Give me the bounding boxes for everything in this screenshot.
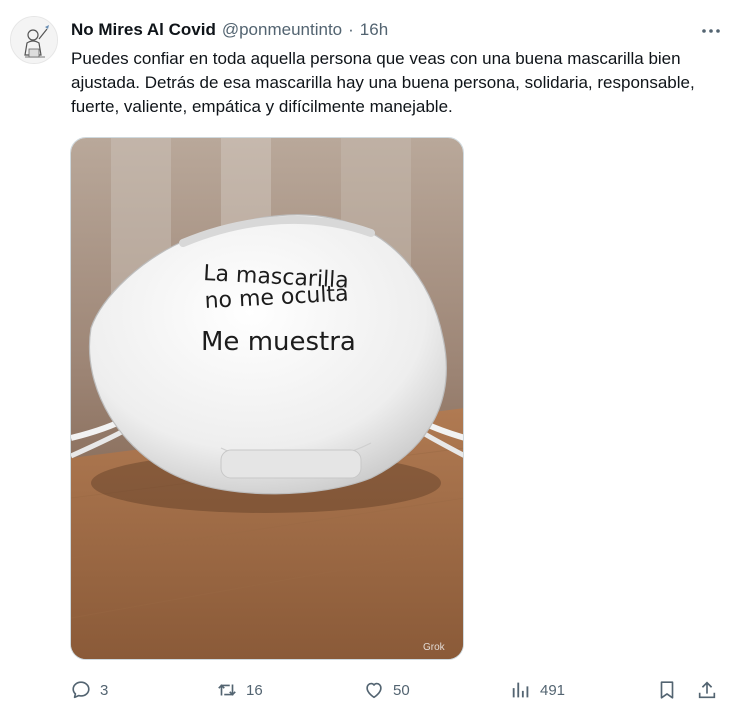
like-button[interactable]: 50 [363, 676, 410, 704]
tweet-time[interactable]: 16h [360, 20, 388, 40]
reply-icon [72, 681, 90, 699]
views-icon [512, 682, 529, 698]
reply-button[interactable]: 3 [70, 676, 108, 704]
retweet-icon [218, 684, 236, 696]
heart-icon [366, 682, 382, 699]
tweet: No Mires Al Covid @ponmeuntinto · 16h Pu… [0, 0, 748, 710]
retweet-button[interactable]: 16 [216, 676, 263, 704]
author-handle[interactable]: @ponmeuntinto [222, 20, 342, 40]
share-button[interactable] [696, 676, 718, 704]
avatar-illustration [11, 17, 57, 63]
tweet-header: No Mires Al Covid @ponmeuntinto · 16h [71, 20, 388, 42]
share-icon [698, 681, 716, 699]
views-count: 491 [540, 681, 566, 699]
like-count: 50 [393, 681, 410, 699]
retweet-count: 16 [246, 681, 263, 699]
image-watermark: Grok [423, 642, 446, 653]
author-name[interactable]: No Mires Al Covid [71, 20, 216, 40]
tweet-text: Puedes confiar en toda aquella persona q… [71, 49, 695, 116]
more-dots-icon[interactable] [700, 20, 722, 42]
separator-dot: · [348, 20, 354, 39]
image-text-line3: Me muestra [201, 327, 356, 357]
avatar[interactable] [10, 16, 58, 64]
views-button[interactable]: 491 [510, 676, 565, 704]
action-bar: 3 16 50 491 [66, 676, 726, 704]
tweet-image[interactable]: La mascarilla no me oculta Me muestra Gr… [70, 137, 464, 660]
reply-count: 3 [100, 681, 109, 699]
bookmark-icon [660, 681, 674, 699]
bookmark-button[interactable] [656, 676, 678, 704]
